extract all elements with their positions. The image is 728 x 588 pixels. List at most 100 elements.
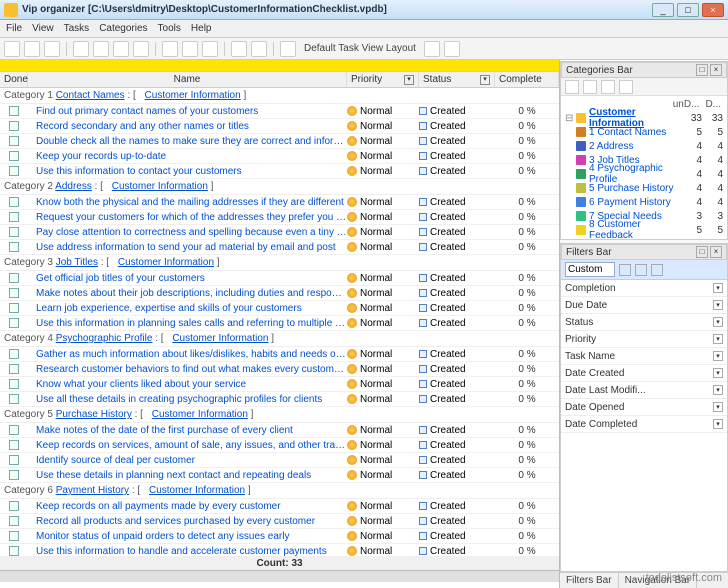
task-row[interactable]: Gather as much information about likes/d… bbox=[0, 347, 559, 362]
done-checkbox[interactable] bbox=[9, 455, 19, 465]
task-name[interactable]: Gather as much information about likes/d… bbox=[28, 349, 347, 360]
dropdown-icon[interactable]: ▾ bbox=[713, 334, 723, 344]
done-checkbox[interactable] bbox=[9, 516, 19, 526]
toolbar-btn[interactable] bbox=[280, 41, 296, 57]
task-row[interactable]: Research customer behaviors to find out … bbox=[0, 362, 559, 377]
done-checkbox[interactable] bbox=[9, 394, 19, 404]
menu-categories[interactable]: Categories bbox=[99, 23, 147, 34]
category-row[interactable]: Category 2 Address : [ Customer Informat… bbox=[0, 179, 559, 195]
done-checkbox[interactable] bbox=[9, 136, 19, 146]
done-checkbox[interactable] bbox=[9, 166, 19, 176]
filter-row[interactable]: Task Name▾ bbox=[561, 348, 727, 365]
toolbar-btn[interactable] bbox=[73, 41, 89, 57]
filter-row[interactable]: Date Created▾ bbox=[561, 365, 727, 382]
task-row[interactable]: Know what your clients liked about your … bbox=[0, 377, 559, 392]
h-scrollbar[interactable] bbox=[0, 570, 559, 582]
filter-row[interactable]: Status▾ bbox=[561, 314, 727, 331]
toolbar-btn[interactable] bbox=[93, 41, 109, 57]
task-name[interactable]: Keep records on all payments made by eve… bbox=[28, 501, 347, 512]
cat-toolbar-btn[interactable] bbox=[619, 80, 633, 94]
custom-filter-input[interactable] bbox=[565, 262, 615, 277]
done-checkbox[interactable] bbox=[9, 151, 19, 161]
task-row[interactable]: Pay close attention to correctness and s… bbox=[0, 225, 559, 240]
category-tree-item[interactable]: ⊟Customer Information3333 bbox=[565, 111, 723, 125]
task-row[interactable]: Use address information to send your ad … bbox=[0, 240, 559, 255]
category-row[interactable]: Category 6 Payment History : [ Customer … bbox=[0, 483, 559, 499]
col-status[interactable]: Status▾ bbox=[419, 72, 495, 87]
menu-view[interactable]: View bbox=[32, 23, 54, 34]
done-checkbox[interactable] bbox=[9, 379, 19, 389]
task-name[interactable]: Record secondary and any other names or … bbox=[28, 121, 347, 132]
filter-btn[interactable] bbox=[651, 264, 663, 276]
filter-row[interactable]: Date Completed▾ bbox=[561, 416, 727, 433]
task-name[interactable]: Get official job titles of your customer… bbox=[28, 273, 347, 284]
task-row[interactable]: Make notes about their job descriptions,… bbox=[0, 286, 559, 301]
done-checkbox[interactable] bbox=[9, 303, 19, 313]
toolbar-btn[interactable] bbox=[231, 41, 247, 57]
done-checkbox[interactable] bbox=[9, 212, 19, 222]
task-row[interactable]: Get official job titles of your customer… bbox=[0, 271, 559, 286]
task-name[interactable]: Keep your records up-to-date bbox=[28, 151, 347, 162]
toolbar-btn[interactable] bbox=[44, 41, 60, 57]
category-tree[interactable]: unD...D... ⊟Customer Information33331 Co… bbox=[561, 96, 727, 239]
task-name[interactable]: Use this information to handle and accel… bbox=[28, 546, 347, 557]
task-name[interactable]: Identify source of deal per customer bbox=[28, 455, 347, 466]
category-tree-item[interactable]: 4 Psychographic Profile44 bbox=[565, 167, 723, 181]
panel-close-icon[interactable]: × bbox=[710, 246, 722, 258]
category-tree-item[interactable]: 1 Contact Names55 bbox=[565, 125, 723, 139]
menu-help[interactable]: Help bbox=[191, 23, 212, 34]
done-checkbox[interactable] bbox=[9, 197, 19, 207]
panel-pin-icon[interactable]: □ bbox=[696, 246, 708, 258]
task-row[interactable]: Learn job experience, expertise and skil… bbox=[0, 301, 559, 316]
col-priority[interactable]: Priority▾ bbox=[347, 72, 419, 87]
task-name[interactable]: Use this information in planning sales c… bbox=[28, 318, 347, 329]
done-checkbox[interactable] bbox=[9, 242, 19, 252]
filter-icon[interactable]: ▾ bbox=[480, 75, 490, 85]
close-button[interactable]: × bbox=[702, 3, 724, 17]
task-name[interactable]: Request your customers for which of the … bbox=[28, 212, 347, 223]
toolbar-btn[interactable] bbox=[424, 41, 440, 57]
toolbar-btn[interactable] bbox=[251, 41, 267, 57]
task-name[interactable]: Use these details in planning next conta… bbox=[28, 470, 347, 481]
toolbar-btn[interactable] bbox=[202, 41, 218, 57]
task-list[interactable]: Category 1 Contact Names : [ Customer In… bbox=[0, 88, 559, 556]
task-row[interactable]: Record secondary and any other names or … bbox=[0, 119, 559, 134]
done-checkbox[interactable] bbox=[9, 273, 19, 283]
task-row[interactable]: Make notes of the date of the first purc… bbox=[0, 423, 559, 438]
menu-tools[interactable]: Tools bbox=[158, 23, 181, 34]
task-name[interactable]: Know both the physical and the mailing a… bbox=[28, 197, 347, 208]
category-row[interactable]: Category 5 Purchase History : [ Customer… bbox=[0, 407, 559, 423]
expand-icon[interactable]: ⊟ bbox=[565, 113, 573, 124]
dropdown-icon[interactable]: ▾ bbox=[713, 419, 723, 429]
toolbar-btn[interactable] bbox=[162, 41, 178, 57]
dropdown-icon[interactable]: ▾ bbox=[713, 385, 723, 395]
tab-filters-bar[interactable]: Filters Bar bbox=[560, 573, 619, 588]
maximize-button[interactable]: □ bbox=[677, 3, 699, 17]
filter-row[interactable]: Due Date▾ bbox=[561, 297, 727, 314]
task-row[interactable]: Use this information to contact your cus… bbox=[0, 164, 559, 179]
toolbar-btn[interactable] bbox=[182, 41, 198, 57]
task-name[interactable]: Use all these details in creating psycho… bbox=[28, 394, 347, 405]
category-tree-item[interactable]: 8 Customer Feedback55 bbox=[565, 223, 723, 237]
col-complete[interactable]: Complete bbox=[495, 72, 559, 87]
toolbar-btn[interactable] bbox=[4, 41, 20, 57]
task-row[interactable]: Know both the physical and the mailing a… bbox=[0, 195, 559, 210]
dropdown-icon[interactable]: ▾ bbox=[713, 351, 723, 361]
done-checkbox[interactable] bbox=[9, 227, 19, 237]
done-checkbox[interactable] bbox=[9, 121, 19, 131]
toolbar-btn[interactable] bbox=[444, 41, 460, 57]
done-checkbox[interactable] bbox=[9, 501, 19, 511]
category-tree-item[interactable]: 2 Address44 bbox=[565, 139, 723, 153]
minimize-button[interactable]: _ bbox=[652, 3, 674, 17]
done-checkbox[interactable] bbox=[9, 288, 19, 298]
task-name[interactable]: Find out primary contact names of your c… bbox=[28, 106, 347, 117]
done-checkbox[interactable] bbox=[9, 106, 19, 116]
category-tree-item[interactable]: 6 Payment History44 bbox=[565, 195, 723, 209]
task-name[interactable]: Record all products and services purchas… bbox=[28, 516, 347, 527]
task-row[interactable]: Keep records on all payments made by eve… bbox=[0, 499, 559, 514]
cat-toolbar-btn[interactable] bbox=[565, 80, 579, 94]
task-name[interactable]: Double check all the names to make sure … bbox=[28, 136, 347, 147]
task-row[interactable]: Use all these details in creating psycho… bbox=[0, 392, 559, 407]
task-row[interactable]: Find out primary contact names of your c… bbox=[0, 104, 559, 119]
menu-file[interactable]: File bbox=[6, 23, 22, 34]
